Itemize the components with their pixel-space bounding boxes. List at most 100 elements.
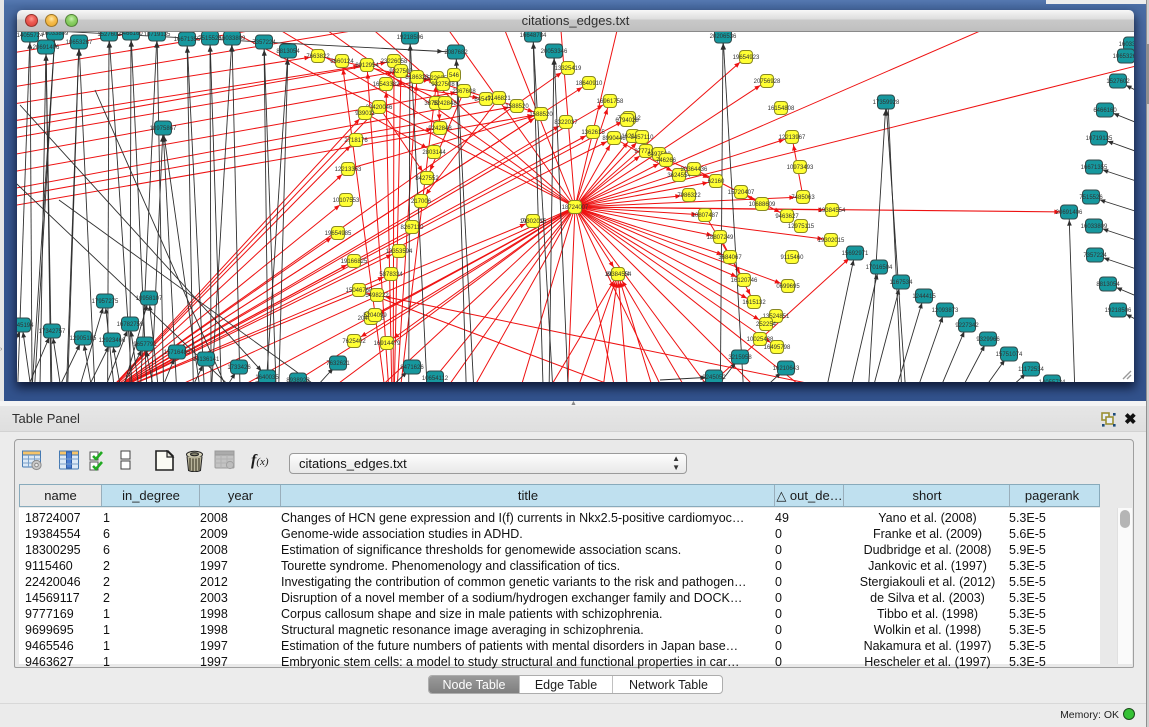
svg-text:9227342: 9227342 — [955, 323, 979, 329]
svg-text:1527602: 1527602 — [1106, 79, 1130, 85]
svg-text:7357224: 7357224 — [1083, 253, 1107, 259]
svg-text:5498222: 5498222 — [365, 293, 389, 299]
svg-text:8471626: 8471626 — [400, 365, 424, 371]
svg-text:19218506: 19218506 — [397, 35, 424, 41]
svg-text:8427552: 8427552 — [415, 176, 439, 182]
svg-text:16648784: 16648784 — [520, 33, 547, 39]
svg-text:7986322: 7986322 — [677, 193, 701, 199]
svg-text:18724007: 18724007 — [562, 205, 589, 211]
svg-text:20691406: 20691406 — [1056, 210, 1083, 216]
svg-text:546: 546 — [449, 73, 460, 79]
svg-text:14055724: 14055724 — [17, 33, 44, 39]
svg-text:16671355: 16671355 — [174, 37, 201, 43]
svg-text:12213967: 12213967 — [779, 135, 806, 141]
svg-text:746266: 746266 — [656, 158, 677, 164]
svg-text:12093873: 12093873 — [932, 308, 959, 314]
svg-text:9327508: 9327508 — [431, 82, 455, 88]
svg-text:20053346: 20053346 — [541, 49, 568, 55]
svg-text:19384554: 19384554 — [819, 208, 846, 214]
svg-text:19654923: 19654923 — [733, 55, 760, 61]
svg-text:12923466: 12923466 — [99, 338, 126, 344]
svg-text:7663822: 7663822 — [306, 54, 330, 60]
svg-text:9115460: 9115460 — [781, 255, 805, 261]
svg-text:16033809: 16033809 — [1119, 42, 1134, 48]
svg-text:1588520: 1588520 — [505, 104, 529, 110]
svg-text:16543382: 16543382 — [373, 82, 400, 88]
svg-text:5878334: 5878334 — [379, 272, 403, 278]
svg-text:16120746: 16120746 — [731, 278, 758, 284]
svg-text:20756928: 20756928 — [754, 79, 781, 85]
svg-text:9329966: 9329966 — [976, 337, 1000, 343]
svg-text:6466160: 6466160 — [1093, 108, 1117, 114]
svg-text:20691406: 20691406 — [33, 45, 60, 51]
svg-text:1588520: 1588520 — [529, 112, 553, 118]
svg-text:10973493: 10973493 — [787, 165, 814, 171]
svg-text:2367608: 2367608 — [452, 89, 476, 95]
svg-text:8660124: 8660124 — [330, 59, 354, 65]
svg-text:12905185: 12905185 — [70, 336, 97, 342]
svg-text:17957275: 17957275 — [92, 299, 119, 305]
svg-text:8912954: 8912954 — [355, 63, 379, 69]
svg-text:1640035: 1640035 — [255, 375, 279, 381]
svg-text:20364436: 20364436 — [681, 167, 708, 173]
svg-text:20206536: 20206536 — [710, 34, 737, 40]
svg-text:8267110: 8267110 — [401, 225, 425, 231]
svg-text:10975867: 10975867 — [150, 126, 177, 132]
svg-text:7625402: 7625402 — [342, 339, 366, 345]
svg-text:10025438: 10025438 — [747, 337, 774, 343]
svg-text:1733426: 1733426 — [227, 365, 251, 371]
svg-text:11172534: 11172534 — [1018, 367, 1044, 373]
svg-text:8813054: 8813054 — [1096, 282, 1120, 288]
svg-text:7485063: 7485063 — [791, 195, 815, 201]
svg-text:2718176: 2718176 — [344, 138, 368, 144]
svg-text:9242848: 9242848 — [428, 126, 452, 132]
svg-text:16495798: 16495798 — [764, 345, 791, 351]
svg-text:15692971: 15692971 — [842, 251, 869, 257]
svg-text:16782759: 16782759 — [117, 322, 144, 328]
svg-text:9245052: 9245052 — [702, 375, 726, 381]
svg-text:3215958: 3215958 — [728, 355, 752, 361]
svg-text:17342757: 17342757 — [39, 329, 66, 335]
svg-text:1244415: 1244415 — [912, 294, 936, 300]
svg-text:10719135: 10719135 — [144, 32, 171, 38]
svg-text:19302015: 19302015 — [520, 219, 547, 225]
svg-text:2087682: 2087682 — [444, 50, 468, 56]
svg-text:1615132: 1615132 — [742, 300, 766, 306]
svg-text:16033809: 16033809 — [219, 36, 246, 42]
svg-text:1167534: 1167534 — [890, 280, 914, 286]
svg-text:8322037: 8322037 — [554, 120, 578, 126]
svg-text:19384554: 19384554 — [605, 272, 632, 278]
svg-text:9657791: 9657791 — [133, 342, 157, 348]
svg-text:15751074: 15751074 — [996, 352, 1023, 358]
svg-text:19302015: 19302015 — [818, 238, 845, 244]
svg-text:2803144: 2803144 — [422, 150, 446, 156]
svg-text:10107553: 10107553 — [333, 198, 360, 204]
svg-text:16914479: 16914479 — [374, 341, 401, 347]
svg-text:1145194: 1145194 — [17, 323, 34, 329]
svg-text:252254: 252254 — [756, 322, 777, 328]
svg-text:8813054: 8813054 — [276, 49, 300, 55]
svg-text:9463627: 9463627 — [775, 214, 799, 220]
svg-text:1527602: 1527602 — [97, 32, 121, 38]
svg-text:217006: 217006 — [411, 199, 432, 205]
svg-text:13325419: 13325419 — [555, 66, 582, 72]
svg-text:17016504: 17016504 — [866, 265, 893, 271]
svg-text:10653267: 10653267 — [66, 40, 93, 46]
svg-text:14136141: 14136141 — [193, 357, 220, 363]
svg-text:7632621: 7632621 — [326, 361, 350, 367]
svg-text:10688609: 10688609 — [749, 202, 776, 208]
svg-text:15720407: 15720407 — [728, 190, 755, 196]
svg-text:16033809: 16033809 — [42, 32, 69, 37]
svg-text:62160: 62160 — [708, 179, 725, 185]
svg-text:8938923: 8938923 — [286, 378, 310, 382]
svg-text:19166825: 19166825 — [341, 259, 368, 265]
svg-text:9242848: 9242848 — [433, 101, 457, 107]
svg-text:16154808: 16154808 — [768, 106, 795, 112]
svg-text:10807487: 10807487 — [692, 213, 719, 219]
svg-text:0699695: 0699695 — [776, 284, 800, 290]
svg-text:5204099: 5204099 — [363, 313, 387, 319]
svg-text:19654985: 19654985 — [325, 231, 352, 237]
svg-text:16210643: 16210643 — [773, 366, 800, 372]
svg-text:19218506: 19218506 — [1105, 308, 1132, 314]
svg-text:15716485: 15716485 — [164, 350, 191, 356]
